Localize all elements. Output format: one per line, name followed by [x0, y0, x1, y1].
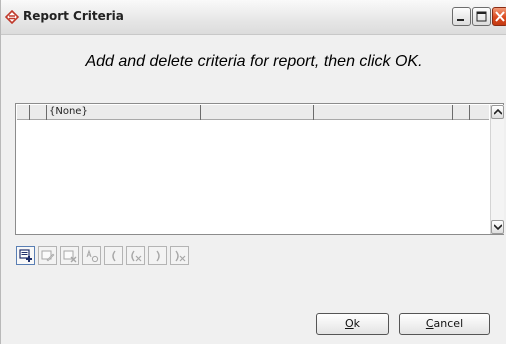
maximize-button[interactable] [472, 7, 491, 26]
delete-criteria-button[interactable] [60, 246, 79, 265]
ok-label: k [353, 317, 361, 330]
title-bar[interactable]: Report Criteria [1, 0, 506, 35]
close-button[interactable] [492, 7, 506, 26]
table-row[interactable]: {None} [17, 105, 489, 120]
column-divider [46, 105, 47, 120]
cancel-label: ancel [433, 317, 464, 330]
and-or-button[interactable] [82, 246, 101, 265]
add-criteria-button[interactable] [16, 246, 35, 265]
scroll-down-button[interactable] [491, 220, 504, 234]
app-icon [4, 9, 20, 25]
open-paren-button[interactable] [104, 246, 123, 265]
column-divider [313, 105, 314, 120]
remove-close-paren-button[interactable] [170, 246, 189, 265]
minimize-button[interactable] [452, 7, 471, 26]
cancel-button[interactable]: Cancel [399, 313, 490, 335]
ok-button[interactable]: Ok [316, 313, 389, 335]
remove-open-paren-button[interactable] [126, 246, 145, 265]
scroll-up-button[interactable] [491, 105, 504, 119]
edit-criteria-button[interactable] [38, 246, 57, 265]
column-divider [29, 105, 30, 120]
close-paren-button[interactable] [148, 246, 167, 265]
vertical-scrollbar[interactable] [490, 105, 504, 234]
column-divider [200, 105, 201, 120]
ok-mnemonic: O [344, 317, 354, 330]
window-title: Report Criteria [23, 9, 124, 23]
report-criteria-dialog: Report Criteria Add and delete criteria … [0, 0, 506, 344]
column-divider [469, 105, 470, 120]
cancel-mnemonic: C [425, 317, 434, 330]
column-divider [452, 105, 453, 120]
criteria-cell[interactable]: {None} [49, 106, 88, 117]
criteria-grid[interactable]: {None} [15, 103, 504, 235]
instruction-text: Add and delete criteria for report, then… [85, 53, 423, 70]
